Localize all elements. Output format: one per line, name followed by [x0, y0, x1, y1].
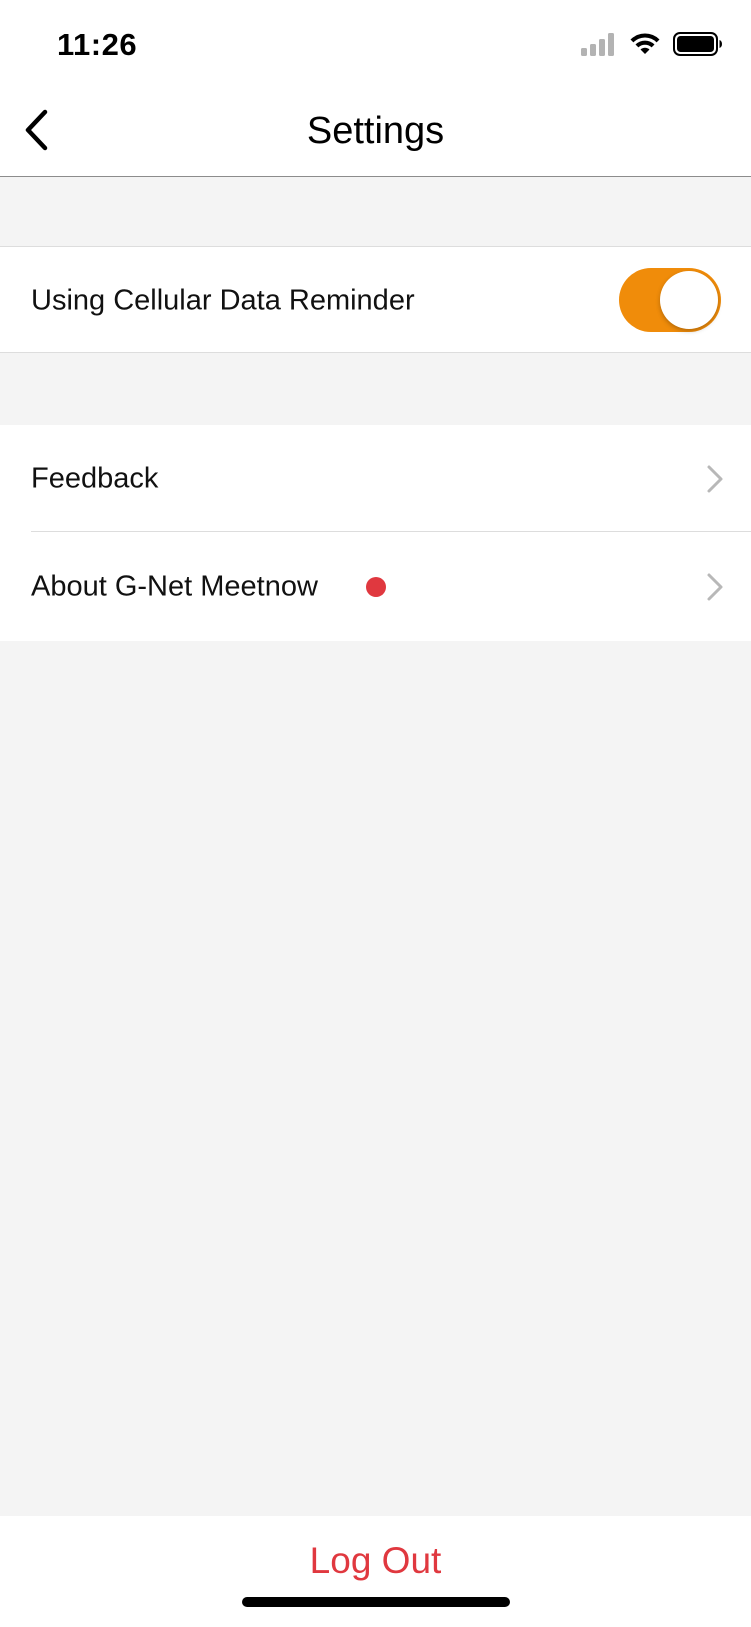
home-indicator	[242, 1597, 510, 1607]
row-divider	[31, 531, 751, 532]
cellular-reminder-row: Using Cellular Data Reminder	[0, 247, 751, 354]
toggle-knob	[660, 271, 718, 329]
status-time: 11:26	[57, 27, 138, 62]
navigation-bar: Settings	[0, 90, 751, 177]
status-bar: 11:26	[0, 0, 751, 90]
chevron-right-icon	[705, 572, 725, 602]
logout-area: Log Out	[0, 1516, 751, 1627]
notification-badge-dot	[366, 576, 386, 597]
info-section: Feedback About G-Net Meetnow	[0, 425, 751, 641]
cellular-settings-section: Using Cellular Data Reminder	[0, 246, 751, 353]
cellular-reminder-toggle[interactable]	[619, 268, 721, 332]
battery-icon	[673, 31, 723, 61]
feedback-label: Feedback	[31, 462, 159, 494]
logout-button[interactable]: Log Out	[0, 1540, 751, 1582]
feedback-row[interactable]: Feedback	[0, 425, 751, 532]
cellular-signal-icon	[581, 32, 617, 61]
cellular-reminder-label: Using Cellular Data Reminder	[31, 284, 415, 316]
page-title: Settings	[306, 110, 445, 152]
about-label: About G-Net Meetnow	[31, 570, 318, 602]
about-row[interactable]: About G-Net Meetnow	[0, 533, 751, 640]
wifi-icon	[629, 32, 661, 61]
chevron-right-icon	[705, 464, 725, 494]
status-icons	[581, 30, 723, 62]
